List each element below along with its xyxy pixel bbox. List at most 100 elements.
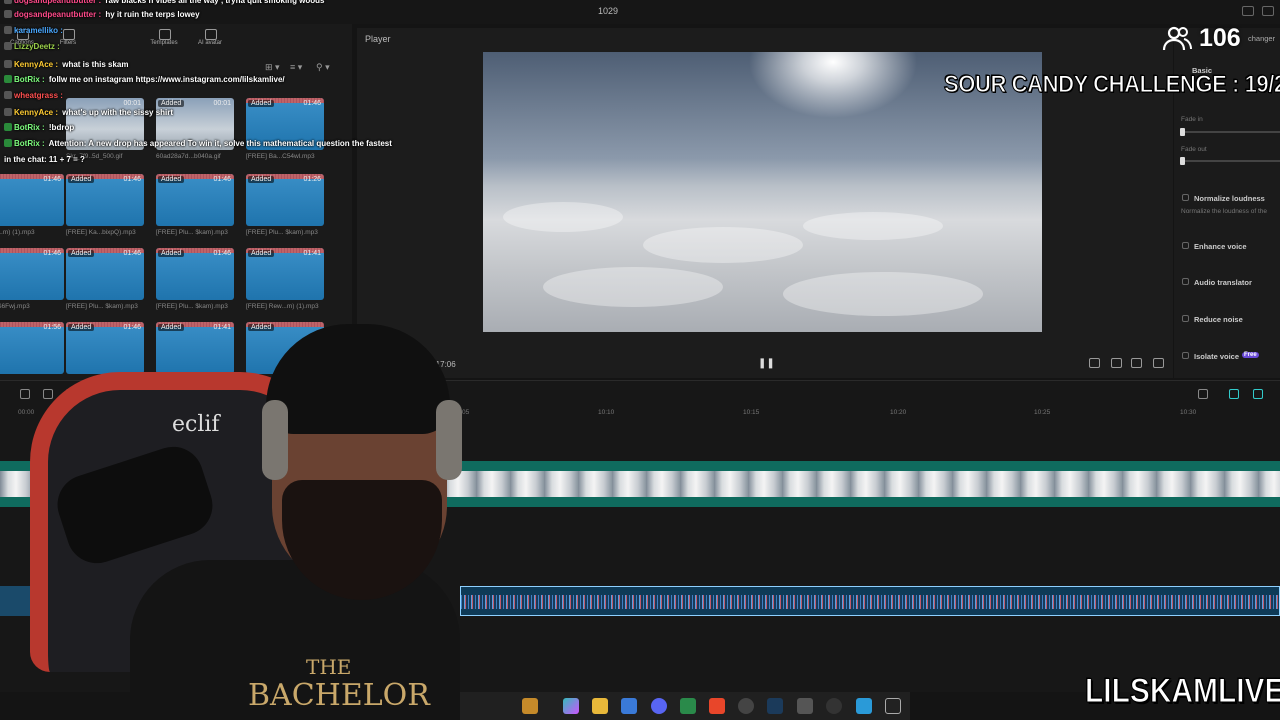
- brave-icon[interactable]: [709, 698, 725, 714]
- added-badge: Added: [68, 176, 95, 183]
- chat-text: hy it ruin the terps lowey: [103, 10, 200, 19]
- audio-track-clip[interactable]: [460, 586, 1280, 616]
- added-badge: Added: [158, 250, 185, 257]
- chat-message: KennyAce : what is this skam: [4, 60, 128, 69]
- discord-icon[interactable]: [651, 698, 667, 714]
- duration-label: 00:01: [123, 100, 141, 107]
- app-icon[interactable]: [680, 698, 696, 714]
- viewers-icon: [1162, 26, 1192, 51]
- added-badge: Added: [68, 250, 95, 257]
- fade-out-slider[interactable]: [1180, 157, 1280, 165]
- chat-message: dogsandpeanutbutter : hy it ruin the ter…: [4, 10, 200, 19]
- steam-icon[interactable]: [767, 698, 783, 714]
- file-name: [FREE] Ka...bixpQ).mp3: [66, 229, 136, 236]
- enhance-checkbox[interactable]: [1182, 242, 1189, 249]
- preview-quality-icon[interactable]: [1131, 358, 1142, 368]
- store-icon[interactable]: [621, 698, 637, 714]
- chat-text: Attention: A new drop has appeared: [46, 139, 186, 148]
- window-menu-icon[interactable]: [1262, 6, 1274, 16]
- mic-icon[interactable]: [1198, 389, 1208, 399]
- media-thumbnail[interactable]: Added 01:46 [FREE] Ba...C54wl.mp3: [246, 98, 324, 170]
- translator-label: Audio translator: [1194, 278, 1252, 287]
- duration-label: 01:26: [303, 176, 321, 183]
- chat-text: what's up with the sissy shirt: [60, 108, 174, 117]
- taskbar-app-icon[interactable]: [522, 698, 538, 714]
- isolate-label: Isolate voice: [1194, 352, 1240, 361]
- copilot-icon[interactable]: [563, 698, 579, 714]
- chat-username: BotRix :: [14, 139, 45, 148]
- headphone-right: [436, 400, 462, 480]
- app-icon[interactable]: [797, 698, 813, 714]
- view-toggle-icon[interactable]: ⊞ ▾: [265, 62, 280, 73]
- normalize-desc: Normalize the loudness of the: [1181, 208, 1267, 215]
- channel-name: LILSKAMLIVE: [1085, 672, 1280, 711]
- added-badge: Added: [248, 250, 275, 257]
- chat-message: in the chat: 11 + 7 = ?: [4, 155, 85, 164]
- chat-text: To win it, solve this mathematical quest…: [185, 139, 392, 148]
- capcut-icon[interactable]: [885, 698, 901, 714]
- ruler-tick: 10:30: [1180, 409, 1197, 416]
- file-name: [FREE] Plu... $kam).mp3: [246, 229, 318, 236]
- viewer-count: 106: [1199, 24, 1241, 52]
- normalize-label: Normalize loudness: [1194, 194, 1265, 203]
- chat-username: KennyAce :: [14, 60, 59, 69]
- shirt-text-line2: BACHELOR: [248, 678, 430, 713]
- ai-avatar-tool[interactable]: AI avatar: [192, 26, 228, 52]
- media-thumbnail[interactable]: Added 01:46 [FREE] Ka...bixpQ).mp3: [66, 174, 144, 246]
- fullscreen-icon[interactable]: [1153, 358, 1164, 368]
- chat-badge-icon: [4, 42, 12, 50]
- aspect-ratio-icon[interactable]: [1089, 358, 1100, 368]
- templates-tool[interactable]: Templates: [146, 26, 182, 52]
- media-thumbnail[interactable]: 01:46 Goy...m) (1).mp3: [0, 174, 64, 246]
- layout-icon[interactable]: [1242, 6, 1254, 16]
- screenshot-icon[interactable]: [1111, 358, 1122, 368]
- chat-message: BotRix : follw me on instagram https://w…: [4, 75, 285, 84]
- challenge-banner: SOUR CANDY CHALLENGE : 19/250: [944, 71, 1280, 99]
- link-icon[interactable]: [1229, 389, 1239, 399]
- 4k-app-icon[interactable]: [826, 698, 842, 714]
- ruler-tick: 10:10: [598, 409, 615, 416]
- media-thumbnail[interactable]: Added 01:26 [FREE] Plu... $kam).mp3: [246, 174, 324, 246]
- chat-badge-icon: [4, 91, 12, 99]
- isolate-checkbox[interactable]: [1182, 352, 1189, 359]
- file-name: Pl...S6Fwj.mp3: [0, 303, 30, 310]
- webcam-overlay: eclif THE BACHELOR: [0, 310, 470, 720]
- chat-username: karamelliko :: [14, 26, 63, 35]
- chat-username: KennyAce :: [14, 108, 59, 117]
- chat-badge-icon: [4, 75, 12, 83]
- chat-text: in the chat: 11 + 7 = ?: [4, 155, 85, 164]
- enhance-label: Enhance voice: [1194, 242, 1247, 251]
- file-name: [FREE] Rew...m) (1).mp3: [246, 303, 319, 310]
- obs-icon[interactable]: [738, 698, 754, 714]
- ruler-tick: 10:15: [743, 409, 760, 416]
- duration-label: 01:46: [213, 176, 231, 183]
- notepad-icon[interactable]: [856, 698, 872, 714]
- added-badge: Added: [248, 100, 275, 107]
- chat-message: wheatgrass :: [4, 91, 65, 100]
- chat-username: dogsandpeanutbutter :: [14, 0, 102, 5]
- file-name: [FREE] Ba...C54wl.mp3: [246, 153, 315, 160]
- chat-text: raw blacks n vibes all the way , tryna q…: [103, 0, 325, 5]
- filter-icon[interactable]: ⚲ ▾: [316, 62, 330, 73]
- chat-badge-icon: [4, 10, 12, 18]
- fade-in-slider[interactable]: [1180, 128, 1280, 136]
- chat-message: karamelliko :: [4, 26, 65, 35]
- sort-icon[interactable]: ≡ ▾: [290, 62, 302, 73]
- pause-icon[interactable]: ❚❚: [758, 358, 775, 369]
- chat-text: what is this skam: [60, 60, 129, 69]
- added-badge: Added: [248, 176, 275, 183]
- durag: [266, 324, 450, 434]
- chat-message: KennyAce : what's up with the sissy shir…: [4, 108, 173, 117]
- taskbar: [460, 692, 910, 720]
- snap-icon[interactable]: [1253, 389, 1263, 399]
- voice-changer-tab[interactable]: changer: [1248, 34, 1275, 43]
- chair-logo: eclif: [172, 412, 220, 437]
- file-explorer-icon[interactable]: [592, 698, 608, 714]
- reduce-noise-checkbox[interactable]: [1182, 315, 1189, 322]
- media-thumbnail[interactable]: Added 01:46 [FREE] Plu... $kam).mp3: [156, 174, 234, 246]
- chat-username: dogsandpeanutbutter :: [14, 10, 102, 19]
- translator-checkbox[interactable]: [1182, 278, 1189, 285]
- chat-badge-icon: [4, 0, 12, 4]
- normalize-checkbox[interactable]: [1182, 194, 1189, 201]
- ruler-tick: 10:20: [890, 409, 907, 416]
